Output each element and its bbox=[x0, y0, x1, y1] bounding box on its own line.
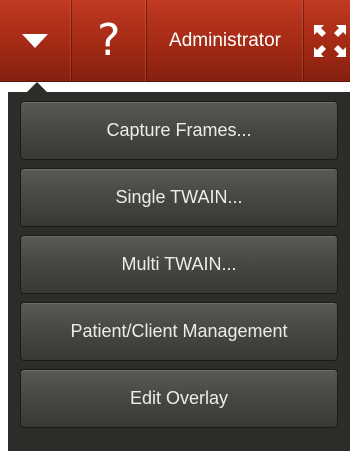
caret-down-icon bbox=[22, 34, 49, 48]
menu-item-label: Capture Frames... bbox=[106, 120, 252, 140]
menu-item-label: Single TWAIN... bbox=[115, 187, 243, 207]
menu-item-capture-frames[interactable]: Capture Frames... bbox=[20, 101, 338, 160]
expand-arrows-icon bbox=[314, 25, 346, 57]
menu-item-label: Patient/Client Management bbox=[70, 321, 288, 341]
menu-item-label: Multi TWAIN... bbox=[121, 254, 237, 274]
dropdown-menu-button[interactable] bbox=[0, 0, 72, 82]
user-name-label: Administrator bbox=[169, 30, 281, 51]
dropdown-menu: Capture Frames... Single TWAIN... Multi … bbox=[8, 92, 350, 451]
menu-item-multi-twain[interactable]: Multi TWAIN... bbox=[20, 235, 338, 294]
user-button[interactable]: Administrator bbox=[147, 0, 304, 82]
menu-item-label: Edit Overlay bbox=[129, 388, 229, 408]
help-button[interactable]: ? bbox=[72, 0, 148, 82]
top-toolbar: ? Administrator bbox=[0, 0, 350, 82]
menu-item-edit-overlay[interactable]: Edit Overlay bbox=[20, 369, 338, 428]
menu-pointer bbox=[27, 82, 47, 92]
menu-item-single-twain[interactable]: Single TWAIN... bbox=[20, 168, 338, 227]
menu-item-patient-client-management[interactable]: Patient/Client Management bbox=[20, 302, 338, 361]
help-icon: ? bbox=[97, 15, 121, 66]
fullscreen-button[interactable] bbox=[304, 0, 350, 82]
